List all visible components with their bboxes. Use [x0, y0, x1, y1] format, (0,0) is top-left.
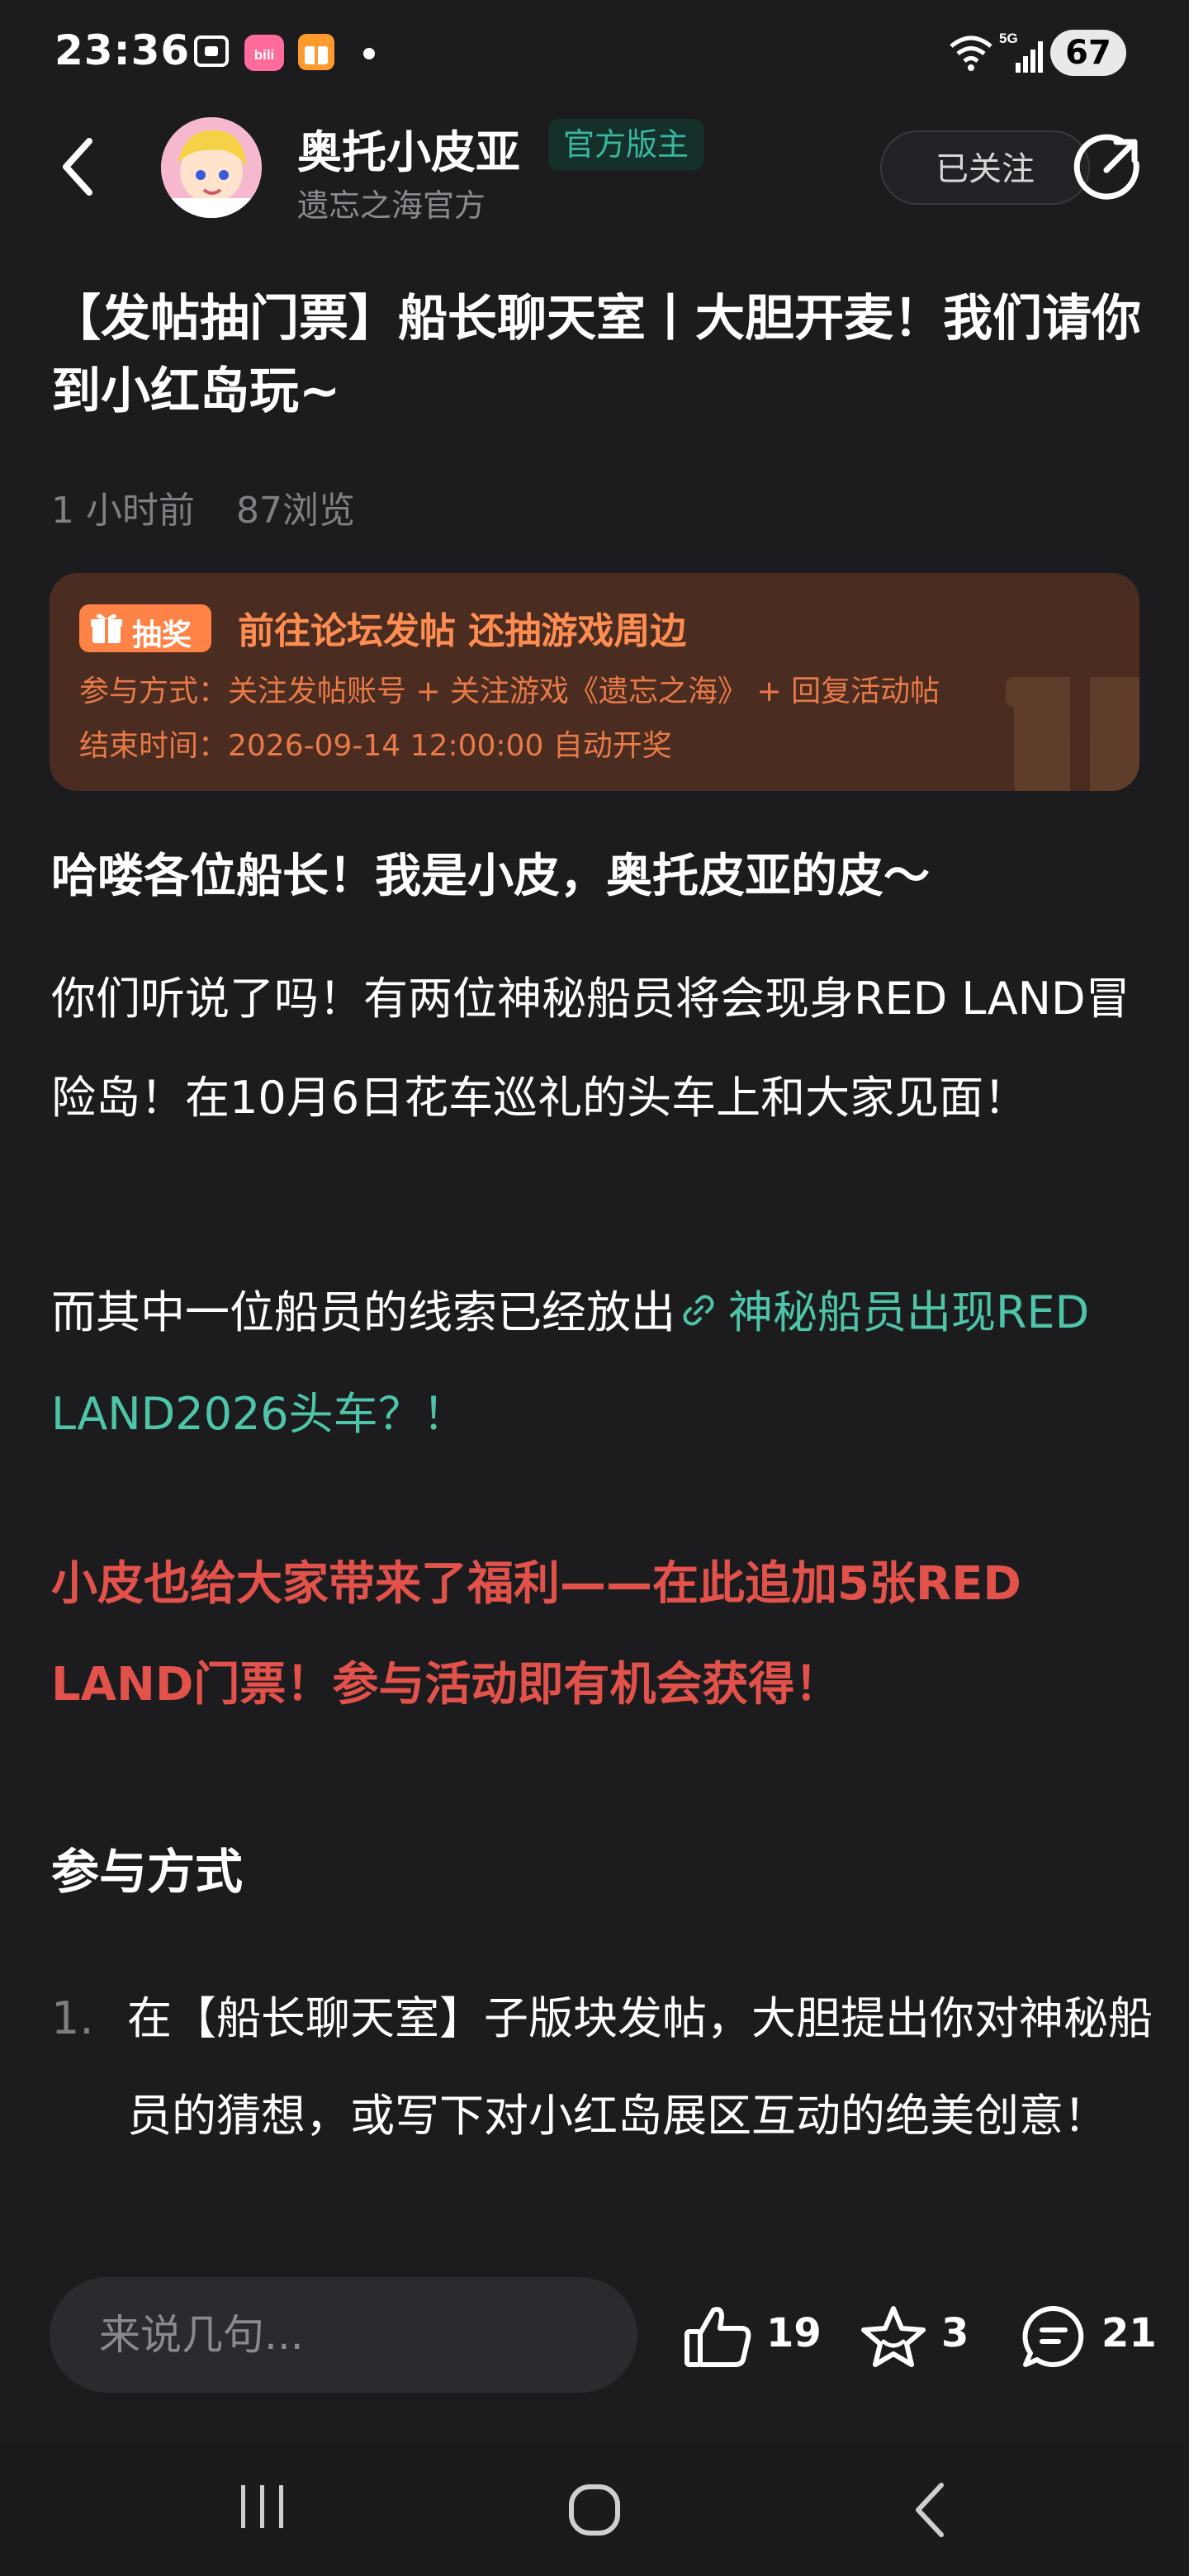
screenshot-icon	[192, 31, 231, 74]
gift-watermark-icon	[997, 639, 1139, 791]
battery-indicator: 67	[1050, 30, 1126, 76]
author-subtitle: 遗忘之海官方	[297, 187, 486, 224]
status-bar: 23:36 bili 5G 67	[0, 0, 1189, 107]
follow-button[interactable]: 已关注	[880, 130, 1090, 205]
paragraph-1: 你们听说了吗！有两位神秘船员将会现身RED LAND冒险岛！在10月6日花车巡礼…	[51, 973, 1130, 1124]
signal-icon: 5G	[999, 30, 1045, 79]
post-title: 【发帖抽门票】船长聊天室丨大胆开麦！我们请你到小红岛玩~	[51, 290, 1141, 420]
wifi-icon	[946, 31, 996, 78]
home-icon[interactable]	[565, 2480, 624, 2543]
post-time: 1 小时前	[51, 490, 195, 532]
highlight-text: 小皮也给大家带来了福利——在此追加5张RED LAND门票！参与活动即有机会获得…	[51, 1557, 1021, 1712]
svg-text:bili: bili	[254, 47, 275, 63]
like-count: 19	[766, 2310, 822, 2356]
gift-app-icon	[296, 31, 337, 76]
recent-apps-icon[interactable]	[236, 2480, 289, 2536]
link-icon	[679, 1266, 718, 1365]
section-title: 参与方式	[51, 1844, 244, 1900]
lottery-card[interactable]: 抽奖 前往论坛发帖 还抽游戏周边 参与方式：关注发帖账号 + 关注游戏《遗忘之海…	[50, 573, 1139, 791]
paragraph-2-text: 而其中一位船员的线索已经放出	[51, 1286, 675, 1338]
comment-count: 21	[1101, 2310, 1157, 2356]
system-nav-bar	[0, 2444, 1189, 2576]
post-meta: 1 小时前 87浏览	[51, 481, 355, 533]
author-avatar[interactable]	[161, 117, 262, 218]
lottery-headline: 前往论坛发帖 还抽游戏周边	[238, 610, 687, 652]
favorite-button[interactable]: 3	[859, 2304, 974, 2370]
author-name[interactable]: 奥托小皮亚	[297, 116, 520, 181]
comment-icon	[1019, 2304, 1088, 2373]
nav-back-icon[interactable]	[908, 2479, 950, 2545]
lottery-method: 参与方式：关注发帖账号 + 关注游戏《遗忘之海》 + 回复活动帖	[79, 675, 940, 708]
comment-button[interactable]: 21	[1019, 2304, 1157, 2373]
bilibili-app-icon: bili	[243, 31, 286, 78]
list-item-text: 在【船长聊天室】子版块发帖，大胆提出你对神秘船员的猜想，或写下对小红岛展区互动的…	[127, 1992, 1153, 2142]
paragraph-2: 而其中一位船员的线索已经放出 神秘船员出现RED LAND2026头车？！	[51, 1263, 1149, 1464]
lottery-end-time: 结束时间：2026-09-14 12:00:00 自动开奖	[79, 729, 672, 763]
gift-icon	[89, 611, 124, 653]
star-icon	[859, 2304, 928, 2373]
like-button[interactable]: 19	[684, 2304, 824, 2370]
thumbs-up-icon	[684, 2304, 753, 2373]
official-moderator-badge: 官方版主	[548, 119, 704, 170]
post-views: 87浏览	[235, 490, 355, 532]
comment-input[interactable]: 来说几句...	[50, 2277, 637, 2393]
notification-dot	[363, 48, 375, 59]
favorite-count: 3	[941, 2310, 969, 2356]
status-time: 23:36	[54, 26, 191, 74]
svg-text:5G: 5G	[999, 31, 1018, 46]
back-icon[interactable]	[58, 136, 99, 201]
share-icon[interactable]	[1073, 134, 1143, 206]
lottery-tag-label: 抽奖	[132, 618, 192, 652]
list-item-number: 1.	[51, 1992, 94, 2044]
greeting-text: 哈喽各位船长！我是小皮，奥托皮亚的皮～	[51, 850, 930, 903]
lottery-tag: 抽奖	[79, 604, 211, 652]
